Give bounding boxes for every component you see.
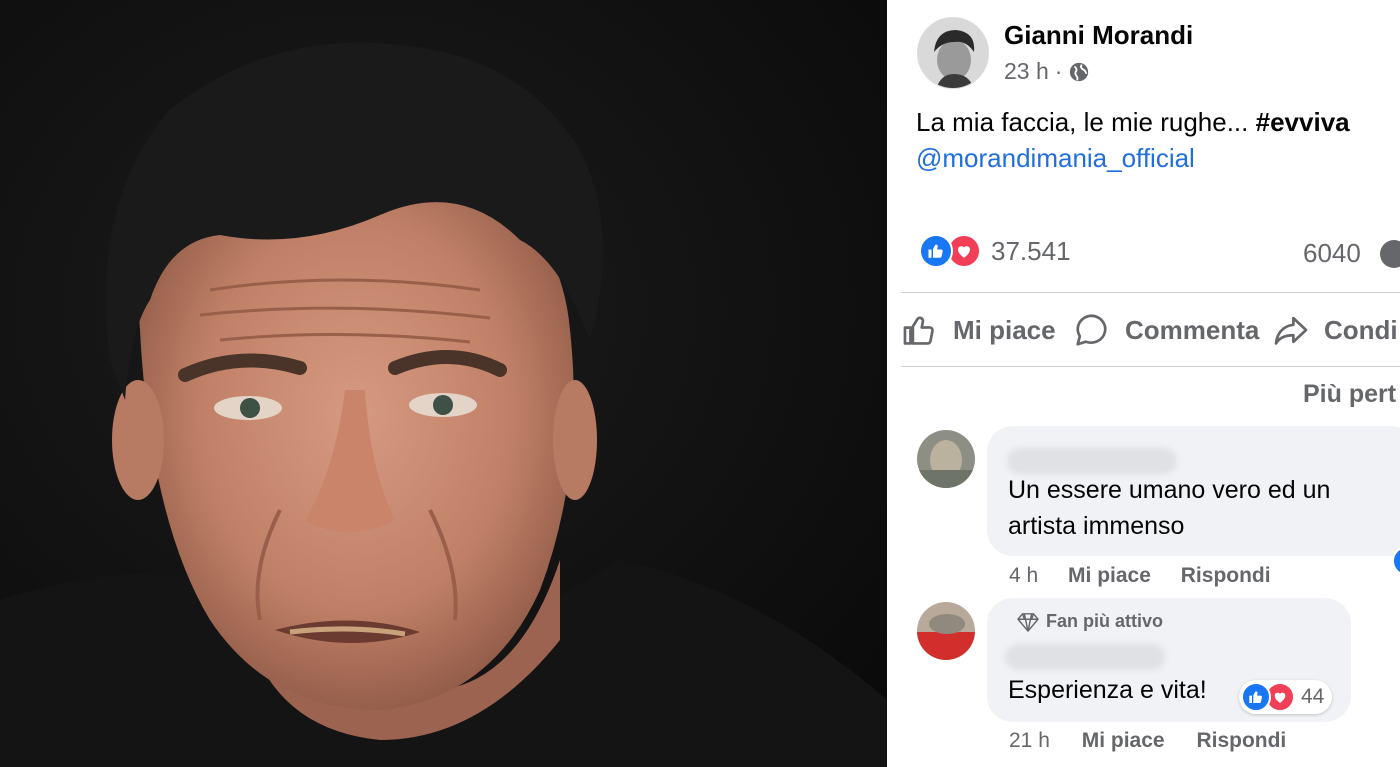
like-button-label: Mi piace [953, 314, 1056, 345]
diamond-icon [1017, 612, 1039, 632]
post-text: La mia faccia, le mie rughe... #evviva [916, 104, 1350, 140]
comment-avatar[interactable] [917, 602, 975, 660]
comment-like-button[interactable]: Mi piace [1068, 564, 1151, 587]
top-fan-badge-label: Fan più attivo [1046, 611, 1163, 631]
comment-like-button[interactable]: Mi piace [1082, 729, 1165, 752]
comment-button[interactable]: Commenta [1073, 304, 1259, 356]
commenter-name-redacted[interactable] [1007, 448, 1177, 474]
post-mention[interactable]: @morandimania_official [916, 140, 1195, 176]
comment-meta: 4 h Mi piace Rispondi [1009, 564, 1271, 588]
comment-reply-button[interactable]: Rispondi [1181, 564, 1271, 587]
comment-time[interactable]: 4 h [1009, 564, 1038, 587]
comment-meta: 21 h Mi piace Rispondi [1009, 729, 1286, 753]
comment-text: artista immenso [1008, 512, 1185, 540]
comment-button-label: Commenta [1125, 314, 1260, 345]
like-icon [919, 234, 953, 268]
thumbs-up-outline-icon [903, 316, 934, 345]
post-photo[interactable] [0, 0, 887, 767]
reactions-count: 37.541 [991, 235, 1071, 266]
share-arrow-icon [1274, 316, 1308, 345]
commenter-name-redacted[interactable] [1005, 644, 1165, 670]
post-text-body: La mia faccia, le mie rughe... [916, 107, 1249, 137]
comment-reactions-count: 44 [1301, 685, 1325, 708]
share-button[interactable]: Condi [1272, 304, 1398, 356]
avatar-image [918, 18, 988, 88]
comment-bubble: Un essere umano vero ed un artista immen… [987, 426, 1400, 556]
post-actions: Mi piace Commenta Condi [901, 304, 1400, 356]
divider [901, 366, 1400, 367]
comment-count-icon [1380, 240, 1400, 268]
post-panel: Gianni Morandi 23 h · La mia faccia, le … [887, 0, 1400, 767]
post-time[interactable]: 23 h [1004, 58, 1049, 85]
divider [901, 292, 1400, 293]
meta-separator: · [1054, 58, 1063, 84]
author-avatar[interactable] [917, 17, 989, 89]
post-meta: 23 h · [1004, 58, 1090, 85]
globe-icon [1070, 62, 1089, 81]
comments-sort-dropdown[interactable]: Più pert [1303, 380, 1396, 409]
top-fan-badge: Fan più attivo [1017, 611, 1163, 632]
like-icon [1241, 682, 1271, 712]
comment-text: Un essere umano vero ed un [1008, 476, 1331, 504]
comment-reactions[interactable]: 44 [1239, 680, 1333, 714]
avatar-image [917, 602, 975, 660]
author-name[interactable]: Gianni Morandi [1004, 20, 1193, 51]
like-button[interactable]: Mi piace [901, 304, 1056, 356]
reactions-summary[interactable]: 37.541 [919, 234, 1071, 268]
comment-reply-button[interactable]: Rispondi [1196, 729, 1286, 752]
comment-bubble-icon [1076, 314, 1107, 346]
post-hashtag[interactable]: #evviva [1256, 107, 1350, 137]
avatar-image [917, 430, 975, 488]
comment-text: Esperienza e vita! [1008, 676, 1207, 704]
comment-avatar[interactable] [917, 430, 975, 488]
portrait-image [0, 0, 887, 767]
comment-time[interactable]: 21 h [1009, 729, 1050, 752]
comments-count[interactable]: 6040 [1303, 238, 1361, 269]
share-button-label: Condi [1324, 314, 1398, 345]
